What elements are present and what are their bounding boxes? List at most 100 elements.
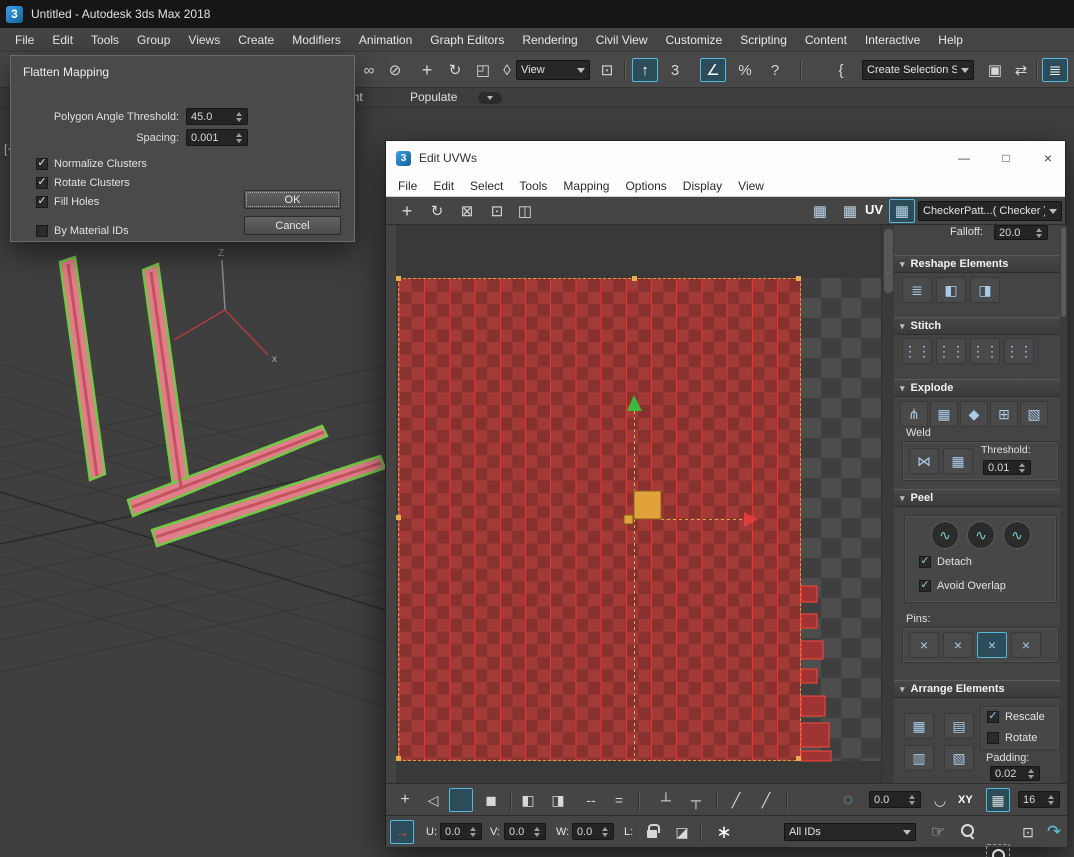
zoom-region-icon[interactable] [986, 844, 1010, 857]
detach-checkbox[interactable]: ✓ [919, 556, 931, 568]
menu-modifiers[interactable]: Modifiers [283, 28, 350, 52]
u-coordinate-field[interactable]: 0.0 [440, 823, 482, 840]
by-material-ids-checkbox[interactable]: ✓ [36, 225, 48, 237]
fill-holes-checkbox[interactable]: ✓ [36, 196, 48, 208]
menu-animation[interactable]: Animation [350, 28, 421, 52]
use-pivot-center-icon[interactable]: ⊡ [594, 58, 620, 82]
close-button[interactable]: × [1031, 147, 1065, 169]
menu-interactive[interactable]: Interactive [856, 28, 929, 52]
zoom-to-gizmo-icon[interactable]: ↷ [1042, 820, 1066, 844]
select-and-scale-icon[interactable]: ◰ [470, 58, 496, 82]
uv-selected-faces-region[interactable] [398, 278, 801, 761]
grow-selection-icon[interactable]: ◧ [516, 788, 540, 812]
padding-field[interactable]: 0.02 [990, 766, 1040, 781]
minimize-button[interactable]: — [947, 147, 981, 169]
break-icon[interactable]: ⊞ [990, 401, 1018, 427]
rollout-explode[interactable]: ▾ Explode [894, 379, 1067, 397]
panel-scrollbar[interactable] [1060, 225, 1067, 783]
maxscript-icon[interactable]: { [828, 58, 854, 82]
menu-edit[interactable]: Edit [43, 28, 82, 52]
stitch-to-target-icon[interactable]: ⋮⋮ [936, 338, 966, 364]
w-spinner[interactable] [600, 824, 609, 839]
uvw-menu-view[interactable]: View [730, 179, 772, 193]
straighten-selection-icon[interactable]: ◧ [936, 277, 966, 303]
draw-seam-icon[interactable]: ╱ [724, 788, 748, 812]
rollout-arrange-elements[interactable]: ▾ Arrange Elements [894, 680, 1067, 698]
shrink-selection-icon[interactable]: ◨ [546, 788, 570, 812]
menu-scripting[interactable]: Scripting [731, 28, 796, 52]
rescale-elements-icon[interactable]: ▥ [904, 745, 934, 771]
rollout-reshape-elements[interactable]: ▾ Reshape Elements [894, 255, 1067, 273]
padding-spinner[interactable] [1026, 767, 1035, 780]
spinner-snap-toggle-icon[interactable]: ? [762, 58, 788, 82]
pack-together-icon[interactable]: ▤ [944, 713, 974, 739]
mirror-icon[interactable]: ⇄ [1008, 58, 1034, 82]
align-to-edge-icon[interactable]: ┴ [654, 788, 678, 812]
lock-selection-icon[interactable] [640, 820, 664, 844]
flatten-mapping-icon[interactable]: ◆ [960, 401, 988, 427]
peel-mode-icon[interactable]: ∿ [967, 521, 995, 549]
pack-normalize-icon[interactable]: ▦ [904, 713, 934, 739]
layer-manager-icon[interactable]: ≣ [1042, 58, 1068, 82]
menu-customize[interactable]: Customize [657, 28, 732, 52]
named-selection-dropdown[interactable]: Create Selection Se [862, 60, 974, 80]
menu-graph-editors[interactable]: Graph Editors [421, 28, 513, 52]
stitch-to-average-icon[interactable]: ⋮⋮ [1004, 338, 1034, 364]
unlink-selection-icon[interactable]: ⊘ [382, 58, 408, 82]
uv-checker-tiling-icon[interactable]: ▦ [837, 199, 863, 223]
spacing-field[interactable]: 0.001 [186, 129, 248, 146]
pan-hand-icon[interactable]: ☞ [926, 820, 950, 844]
menu-views[interactable]: Views [179, 28, 229, 52]
menu-civil-view[interactable]: Civil View [587, 28, 657, 52]
align-to-pivot-icon[interactable]: ┬ [684, 788, 708, 812]
menu-tools[interactable]: Tools [82, 28, 128, 52]
canvas-vertical-scrollbar[interactable] [881, 225, 894, 783]
select-and-link-icon[interactable]: ∞ [356, 58, 382, 82]
target-weld-icon[interactable]: ▦ [943, 448, 973, 474]
edge-loop-icon[interactable]: -- [579, 788, 603, 812]
relax-tool-icon[interactable]: ≣ [902, 277, 932, 303]
show-pins-icon[interactable]: × [977, 632, 1007, 658]
rollout-peel[interactable]: ▾ Peel [894, 489, 1067, 507]
angle-threshold-spinner[interactable] [234, 109, 243, 124]
uvw-menu-select[interactable]: Select [462, 179, 511, 193]
uv-scale-icon[interactable]: ⊠ [454, 199, 480, 223]
quick-peel-icon[interactable]: ∿ [931, 521, 959, 549]
lasso-select-icon[interactable]: ◁ [421, 788, 445, 812]
rescale-checkbox[interactable]: ✓ [987, 711, 999, 723]
uv-move-icon[interactable]: + [394, 199, 420, 223]
edit-seams-icon[interactable]: ∿ [1003, 521, 1031, 549]
edit-named-selections-icon[interactable]: ▣ [982, 58, 1008, 82]
u-spinner[interactable] [468, 824, 477, 839]
pin-selected-icon[interactable]: × [909, 632, 939, 658]
v-coordinate-field[interactable]: 0.0 [504, 823, 546, 840]
falloff-spinner[interactable] [1034, 226, 1043, 239]
uv-freeform-icon[interactable]: ⊡ [484, 199, 510, 223]
uv-rotate-icon[interactable]: ↻ [424, 199, 450, 223]
subobject-cube-icon[interactable]: ◼ [479, 788, 503, 812]
rollout-stitch[interactable]: ▾ Stitch [894, 317, 1067, 335]
uvw-titlebar[interactable]: 3 Edit UVWs — □ × [386, 141, 1065, 175]
weld-selected-icon[interactable]: ⋈ [909, 448, 939, 474]
stitch-custom-icon[interactable]: ⋮⋮ [902, 338, 932, 364]
uvw-menu-tools[interactable]: Tools [511, 179, 555, 193]
rotate-checkbox[interactable]: ✓ [987, 732, 999, 744]
select-and-rotate-icon[interactable]: ↻ [442, 58, 468, 82]
menu-create[interactable]: Create [229, 28, 283, 52]
flatten-by-angle-icon[interactable]: ▦ [930, 401, 958, 427]
uvw-menu-file[interactable]: File [390, 179, 425, 193]
select-and-move-icon[interactable]: + [414, 58, 440, 82]
uvw-menu-edit[interactable]: Edit [425, 179, 462, 193]
stitch-to-source-icon[interactable]: ⋮⋮ [970, 338, 1000, 364]
menu-content[interactable]: Content [796, 28, 856, 52]
normalize-clusters-checkbox[interactable]: ✓ [36, 158, 48, 170]
maximize-button[interactable]: □ [989, 147, 1023, 169]
grid-size-spinner[interactable] [1046, 792, 1055, 807]
freeze-selection-icon[interactable]: ∗ [712, 820, 736, 844]
move-subobject-icon[interactable]: + [393, 788, 417, 812]
zoom-extents-icon[interactable]: ⊡ [1016, 820, 1040, 844]
align-elements-icon[interactable]: ◨ [970, 277, 1000, 303]
reference-coordinate-dropdown[interactable]: View [516, 60, 590, 80]
snap-grid-icon[interactable]: ▦ [986, 788, 1010, 812]
checker-pattern-icon[interactable]: ▦ [889, 199, 915, 223]
